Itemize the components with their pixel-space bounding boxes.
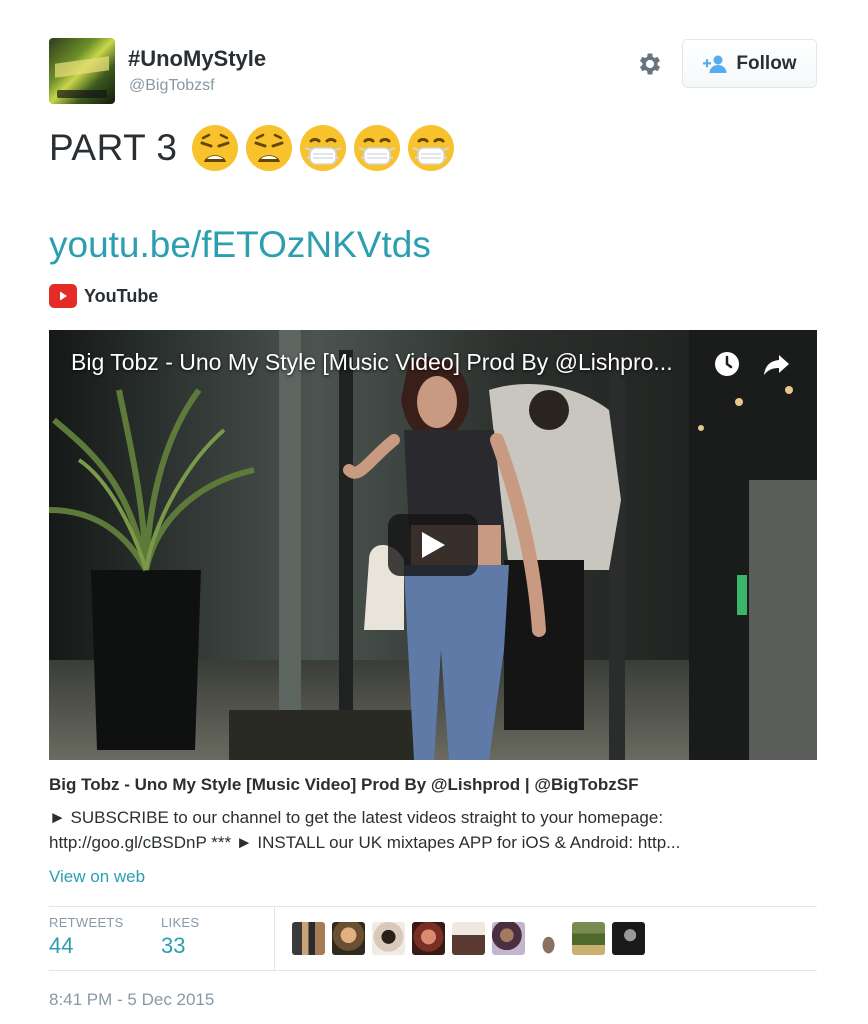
user-handle[interactable]: @BigTobzsf — [129, 77, 215, 95]
weary-face-emoji — [246, 125, 293, 171]
card-description-line: http://goo.gl/cBSDnP *** ► INSTALL our U… — [49, 833, 681, 852]
share-icon[interactable] — [761, 349, 791, 379]
retweets-count: 44 — [49, 933, 74, 958]
display-name[interactable]: #UnoMyStyle — [128, 46, 266, 72]
play-icon — [422, 532, 445, 558]
face-with-medical-mask-emoji — [354, 125, 401, 171]
liker-avatar[interactable] — [532, 922, 565, 955]
card-title[interactable]: Big Tobz - Uno My Style [Music Video] Pr… — [49, 775, 638, 795]
divider — [49, 906, 817, 907]
card-source-name: YouTube — [84, 285, 159, 306]
likes-label: LIKES — [161, 915, 200, 930]
face-with-medical-mask-emoji — [300, 125, 347, 171]
profile-avatar[interactable] — [49, 38, 115, 104]
liker-avatar[interactable] — [372, 922, 405, 955]
video-title[interactable]: Big Tobz - Uno My Style [Music Video] Pr… — [71, 349, 673, 376]
avatar-art-footer — [57, 90, 107, 98]
follow-button[interactable]: Follow — [682, 39, 817, 88]
liker-avatar[interactable] — [292, 922, 325, 955]
tweet-text: PART 3 — [49, 124, 461, 172]
likes-count: 33 — [161, 933, 186, 958]
liker-avatar[interactable] — [332, 922, 365, 955]
retweets-label: RETWEETS — [49, 915, 124, 930]
likers-avatars — [292, 922, 645, 955]
weary-face-emoji — [192, 125, 239, 171]
tweet-link[interactable]: youtu.be/fETOzNKVtds — [49, 224, 431, 266]
face-with-medical-mask-emoji — [408, 125, 455, 171]
liker-avatar[interactable] — [452, 922, 485, 955]
view-on-web-link[interactable]: View on web — [49, 867, 145, 887]
tweet-timestamp[interactable]: 8:41 PM - 5 Dec 2015 — [49, 990, 214, 1010]
divider — [49, 970, 817, 971]
card-source[interactable]: YouTube — [49, 284, 158, 308]
follow-button-label: Follow — [736, 52, 797, 74]
card-description-line: ► SUBSCRIBE to our channel to get the la… — [49, 808, 664, 827]
play-button[interactable] — [388, 514, 478, 576]
liker-avatar[interactable] — [412, 922, 445, 955]
add-user-icon — [703, 55, 727, 73]
likes-stat[interactable]: LIKES 33 — [161, 915, 199, 959]
liker-avatar[interactable] — [572, 922, 605, 955]
liker-avatar[interactable] — [492, 922, 525, 955]
tweet-text-content: PART 3 — [49, 127, 178, 168]
divider — [274, 906, 275, 970]
avatar-art-band — [55, 56, 109, 78]
gear-icon[interactable] — [636, 50, 664, 78]
youtube-icon — [49, 284, 77, 308]
clock-icon[interactable] — [713, 350, 741, 378]
retweets-stat[interactable]: RETWEETS 44 — [49, 915, 124, 959]
video-player[interactable]: Big Tobz - Uno My Style [Music Video] Pr… — [49, 330, 817, 760]
liker-avatar[interactable] — [612, 922, 645, 955]
card-description: ► SUBSCRIBE to our channel to get the la… — [49, 805, 789, 855]
